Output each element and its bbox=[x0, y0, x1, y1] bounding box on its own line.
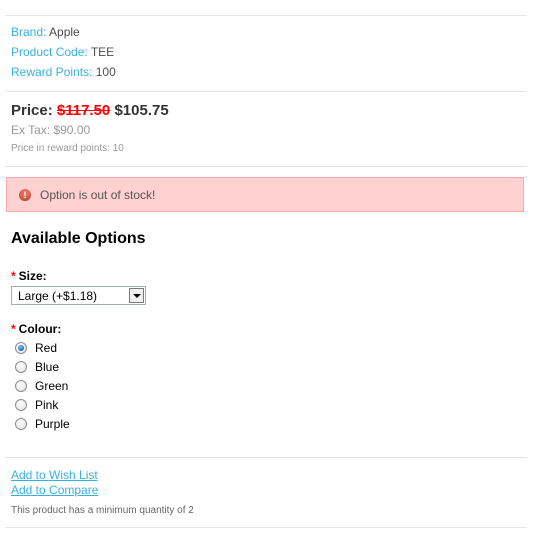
brand-value: Apple bbox=[49, 25, 80, 39]
alert-message: Option is out of stock! bbox=[40, 188, 156, 202]
out-of-stock-alert: ! Option is out of stock! bbox=[6, 177, 524, 212]
radio-blue[interactable] bbox=[15, 361, 27, 373]
colour-option-label: Pink bbox=[35, 398, 59, 412]
ex-tax-price: Ex Tax: $90.00 bbox=[11, 123, 91, 137]
reward-points-price: Price in reward points: 10 bbox=[11, 143, 124, 154]
product-code-value: TEE bbox=[90, 45, 115, 59]
colour-label: Colour: bbox=[18, 322, 62, 336]
divider-alert bbox=[5, 166, 526, 167]
colour-option-label: Green bbox=[35, 379, 69, 393]
colour-option-label: Red bbox=[35, 341, 58, 355]
radio-pink[interactable] bbox=[15, 399, 27, 411]
minimum-quantity-note: This product has a minimum quantity of 2 bbox=[11, 505, 194, 516]
size-label-row: * Size: bbox=[11, 269, 47, 283]
size-label: Size: bbox=[18, 269, 47, 283]
product-code-label: Product Code: bbox=[11, 45, 88, 59]
price-label: Price: bbox=[11, 102, 53, 119]
required-asterisk: * bbox=[11, 322, 16, 336]
size-selected-value: Large (+$1.18) bbox=[18, 289, 98, 303]
chevron-down-icon[interactable] bbox=[129, 288, 144, 303]
size-select[interactable]: Large (+$1.18) bbox=[11, 286, 146, 305]
add-to-wishlist-link[interactable]: Add to Wish List bbox=[11, 468, 98, 482]
brand-row: Brand: Apple bbox=[11, 22, 80, 42]
reward-points-value: 100 bbox=[95, 65, 116, 79]
radio-green[interactable] bbox=[15, 380, 27, 392]
price-line: Price: $117.50 $105.75 bbox=[11, 102, 169, 119]
required-asterisk: * bbox=[11, 269, 16, 283]
colour-label-row: * Colour: bbox=[11, 322, 61, 336]
options-heading: Available Options bbox=[11, 230, 146, 247]
special-price: $105.75 bbox=[114, 102, 169, 119]
exclamation-icon: ! bbox=[19, 189, 31, 201]
reward-points-label: Reward Points: bbox=[11, 65, 93, 79]
divider-price bbox=[5, 91, 526, 92]
reward-points-row: Reward Points: 100 bbox=[11, 62, 116, 82]
old-price: $117.50 bbox=[56, 102, 111, 119]
colour-option-label: Blue bbox=[35, 360, 60, 374]
radio-red[interactable] bbox=[15, 342, 27, 354]
brand-label: Brand: bbox=[11, 25, 47, 39]
radio-purple[interactable] bbox=[15, 418, 27, 430]
product-info-panel: Brand: Apple Product Code: TEE Reward Po… bbox=[0, 0, 533, 540]
divider-bottom bbox=[5, 527, 526, 528]
add-to-compare-link[interactable]: Add to Compare bbox=[11, 483, 98, 497]
divider-actions bbox=[5, 457, 526, 458]
divider-top bbox=[5, 15, 526, 16]
colour-option-label: Purple bbox=[35, 417, 70, 431]
product-code-row: Product Code: TEE bbox=[11, 42, 114, 62]
